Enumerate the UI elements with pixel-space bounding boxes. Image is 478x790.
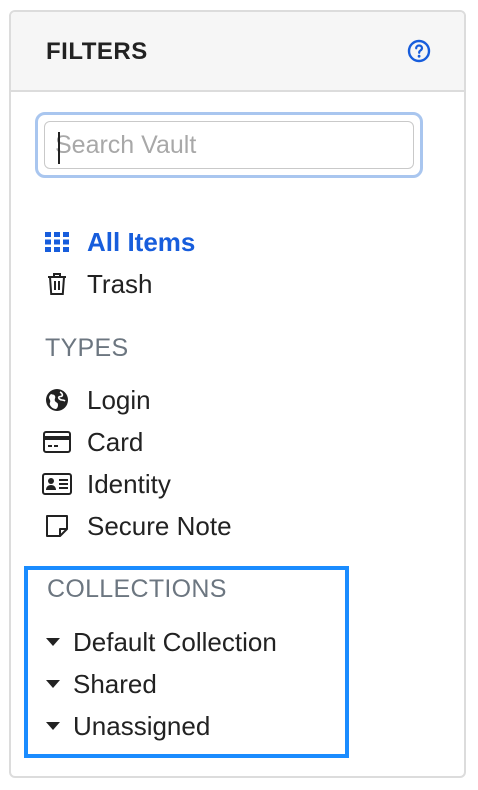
sticky-note-icon (40, 509, 74, 543)
caret-down-icon (46, 638, 60, 646)
type-card[interactable]: Card (40, 425, 143, 459)
search-vault-input[interactable] (44, 121, 414, 169)
filter-all-items-label: All Items (87, 226, 196, 257)
filters-title: FILTERS (46, 38, 148, 65)
trash-icon (40, 267, 74, 301)
collection-shared[interactable]: Shared (40, 667, 157, 701)
collections-heading: COLLECTIONS (47, 575, 227, 603)
question-circle-icon[interactable] (407, 39, 431, 63)
type-secure-note-label: Secure Note (87, 510, 232, 541)
id-card-icon (40, 467, 74, 501)
grid-icon (40, 225, 74, 259)
collection-unassigned[interactable]: Unassigned (40, 709, 210, 743)
collection-unassigned-label: Unassigned (73, 710, 211, 741)
type-login[interactable]: Login (40, 383, 151, 417)
text-caret (58, 132, 60, 164)
type-login-label: Login (87, 384, 151, 415)
search-focus-ring (35, 112, 423, 178)
collection-default-collection-label: Default Collection (73, 626, 277, 657)
filter-trash-label: Trash (87, 268, 153, 299)
collection-shared-label: Shared (73, 668, 157, 699)
filter-trash[interactable]: Trash (40, 267, 153, 301)
filters-header: FILTERS (11, 12, 464, 92)
caret-down-icon (46, 680, 60, 688)
type-identity[interactable]: Identity (40, 467, 171, 501)
type-card-label: Card (87, 426, 144, 457)
type-secure-note[interactable]: Secure Note (40, 509, 232, 543)
globe-icon (40, 383, 74, 417)
caret-down-icon (46, 722, 60, 730)
types-heading: TYPES (45, 334, 129, 362)
filter-all-items[interactable]: All Items (40, 225, 195, 259)
type-identity-label: Identity (87, 468, 171, 499)
credit-card-icon (40, 425, 74, 459)
collection-default-collection[interactable]: Default Collection (40, 625, 277, 659)
